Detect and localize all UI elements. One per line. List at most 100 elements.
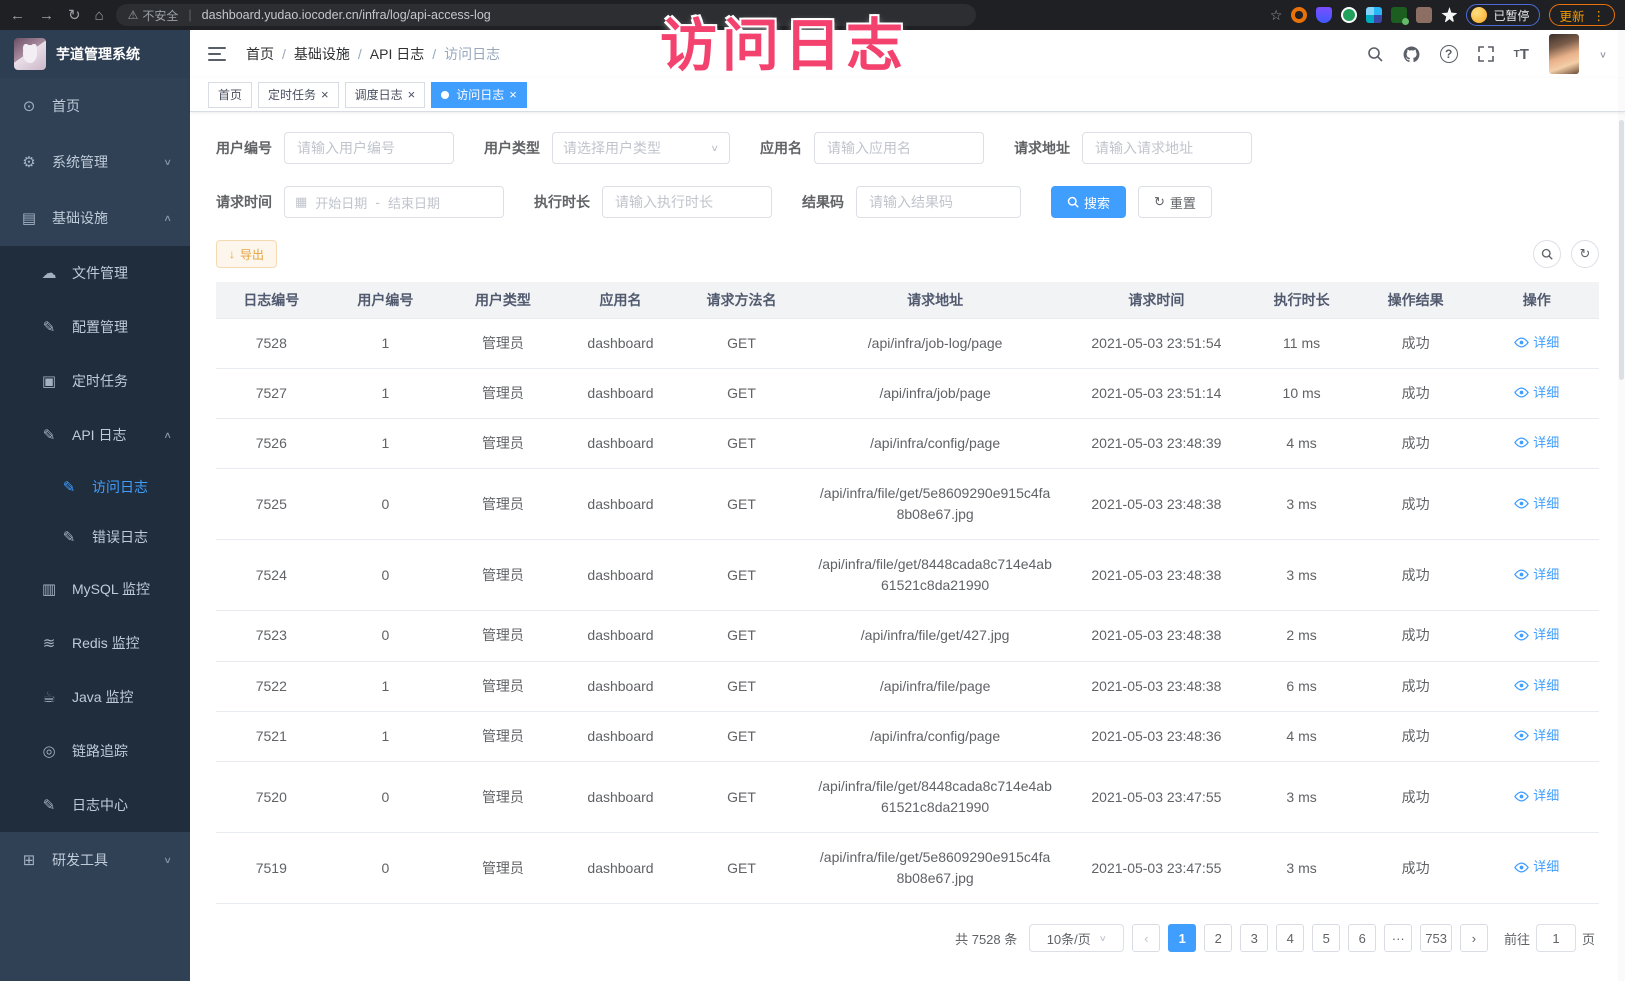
breadcrumb-item[interactable]: API 日志 [370,44,424,64]
page-number-button[interactable]: 5 [1312,924,1340,952]
github-icon[interactable] [1403,46,1420,63]
tab-access-log[interactable]: 访问日志 × [431,82,527,108]
sidebar-item-system[interactable]: ⚙ 系统管理 ∨ [0,134,190,190]
close-icon[interactable]: × [509,88,517,101]
page-number-button[interactable]: 6 [1348,924,1376,952]
font-size-icon[interactable]: TT [1514,46,1529,63]
user-avatar[interactable] [1549,34,1579,74]
extension-icon[interactable] [1391,7,1407,23]
user-type-label: 用户类型 [484,138,540,158]
browser-reload-icon[interactable]: ↻ [68,6,81,24]
cell-request-time: 2021-05-03 23:48:38 [1067,540,1247,611]
close-icon[interactable]: × [321,88,329,101]
detail-link[interactable]: 详细 [1514,786,1559,806]
sidebar-item-log-center[interactable]: ✎ 日志中心 [0,778,190,832]
cell-user-id: 0 [327,833,445,904]
sidebar-item-infra[interactable]: ▤ 基础设施 ∧ [0,190,190,246]
detail-link[interactable]: 详细 [1514,494,1559,514]
chevron-down-icon[interactable]: ∨ [1599,49,1607,59]
toggle-search-button[interactable] [1533,240,1561,268]
export-button[interactable]: ↓ 导出 [216,240,277,268]
sidebar-item-java-monitor[interactable]: ☕ Java 监控 [0,670,190,724]
eye-icon [1514,569,1529,580]
page-number-button[interactable]: 753 [1420,924,1452,952]
chevron-down-icon: ∨ [163,157,172,168]
refresh-table-button[interactable]: ↻ [1571,240,1599,268]
bookmark-star-icon[interactable]: ☆ [1270,7,1283,24]
request-url-input[interactable] [1082,132,1252,164]
detail-link[interactable]: 详细 [1514,726,1559,746]
detail-link-label: 详细 [1533,786,1559,806]
page-number-button[interactable]: 1 [1168,924,1196,952]
browser-forward-icon[interactable]: → [39,7,54,24]
help-icon[interactable]: ? [1440,45,1458,63]
detail-link[interactable]: 详细 [1514,565,1559,585]
close-icon[interactable]: × [408,88,416,101]
tab-home[interactable]: 首页 [208,82,252,108]
sidebar-item-config-manage[interactable]: ✎ 配置管理 [0,300,190,354]
detail-link[interactable]: 详细 [1514,433,1559,453]
result-code-input[interactable] [856,186,1021,218]
prev-page-button[interactable]: ‹ [1132,924,1160,952]
user-type-select[interactable]: 请选择用户类型 ∨ [552,132,730,164]
extension-icon[interactable] [1416,7,1432,23]
extension-icon[interactable] [1341,7,1357,23]
page-number-button[interactable]: 2 [1204,924,1232,952]
extension-icon[interactable] [1441,7,1457,23]
detail-link[interactable]: 详细 [1514,333,1559,353]
duration-input[interactable] [602,186,772,218]
more-pages-button[interactable]: ··· [1384,924,1412,952]
fullscreen-icon[interactable] [1478,46,1494,62]
cell-app-name: dashboard [562,833,680,904]
detail-link[interactable]: 详细 [1514,383,1559,403]
search-button[interactable]: 搜索 [1051,186,1126,218]
breadcrumb-item[interactable]: 基础设施 [294,44,350,64]
browser-profile-chip[interactable]: 已暂停 [1466,4,1540,26]
page-size-select[interactable]: 10条/页 ∨ [1029,924,1124,952]
sidebar-item-redis-monitor[interactable]: ≋ Redis 监控 [0,616,190,670]
tab-label: 首页 [218,86,242,103]
extension-icon[interactable] [1366,7,1382,23]
sidebar-item-error-log[interactable]: ✎ 错误日志 [0,512,190,562]
browser-menu-dots-icon[interactable]: ⋮ [1593,8,1606,23]
search-icon[interactable] [1367,46,1383,62]
page-number-button[interactable]: 4 [1276,924,1304,952]
reset-button[interactable]: ↻ 重置 [1138,186,1212,218]
security-label: 不安全 [142,7,178,24]
page-number-button[interactable]: 3 [1240,924,1268,952]
scrollbar[interactable] [1618,30,1625,981]
breadcrumb-item[interactable]: 首页 [246,44,274,64]
browser-home-icon[interactable]: ⌂ [95,7,104,24]
sidebar-item-mysql-monitor[interactable]: ▥ MySQL 监控 [0,562,190,616]
detail-link[interactable]: 详细 [1514,676,1559,696]
app-name-input[interactable] [814,132,984,164]
cell-log-id: 7520 [216,762,327,833]
user-id-input[interactable] [284,132,454,164]
sidebar-item-dev-tools[interactable]: ⊞ 研发工具 ∨ [0,832,190,888]
detail-link[interactable]: 详细 [1514,625,1559,645]
sidebar-item-access-log[interactable]: ✎ 访问日志 [0,462,190,512]
cell-result: 成功 [1357,661,1475,711]
sidebar-item-trace[interactable]: ◎ 链路追踪 [0,724,190,778]
extension-icon[interactable] [1316,7,1332,23]
sidebar-item-file-manage[interactable]: ☁ 文件管理 [0,246,190,300]
goto-page-input[interactable] [1536,924,1576,952]
scrollbar-thumb[interactable] [1619,120,1624,380]
next-page-button[interactable]: › [1460,924,1488,952]
cell-duration: 3 ms [1246,762,1357,833]
sidebar-item-api-log[interactable]: ✎ API 日志 ∧ [0,408,190,462]
sidebar-item-home[interactable]: ⊙ 首页 [0,78,190,134]
browser-update-button[interactable]: 更新 ⋮ [1549,4,1615,26]
reset-button-label: 重置 [1170,193,1196,212]
tab-scheduled-jobs[interactable]: 定时任务 × [258,82,339,108]
tab-schedule-log[interactable]: 调度日志 × [345,82,426,108]
address-bar[interactable]: ⚠ 不安全 | dashboard.yudao.iocoder.cn/infra… [116,4,976,26]
detail-link[interactable]: 详细 [1514,857,1559,877]
detail-link-label: 详细 [1533,494,1559,514]
cell-request-url: /api/infra/config/page [804,711,1067,761]
hamburger-icon[interactable] [208,47,226,61]
extension-icon[interactable] [1291,7,1307,23]
browser-back-icon[interactable]: ← [10,7,25,24]
request-time-range-picker[interactable]: ▦ 开始日期 - 结束日期 [284,186,504,218]
sidebar-item-scheduled-jobs[interactable]: ▣ 定时任务 [0,354,190,408]
